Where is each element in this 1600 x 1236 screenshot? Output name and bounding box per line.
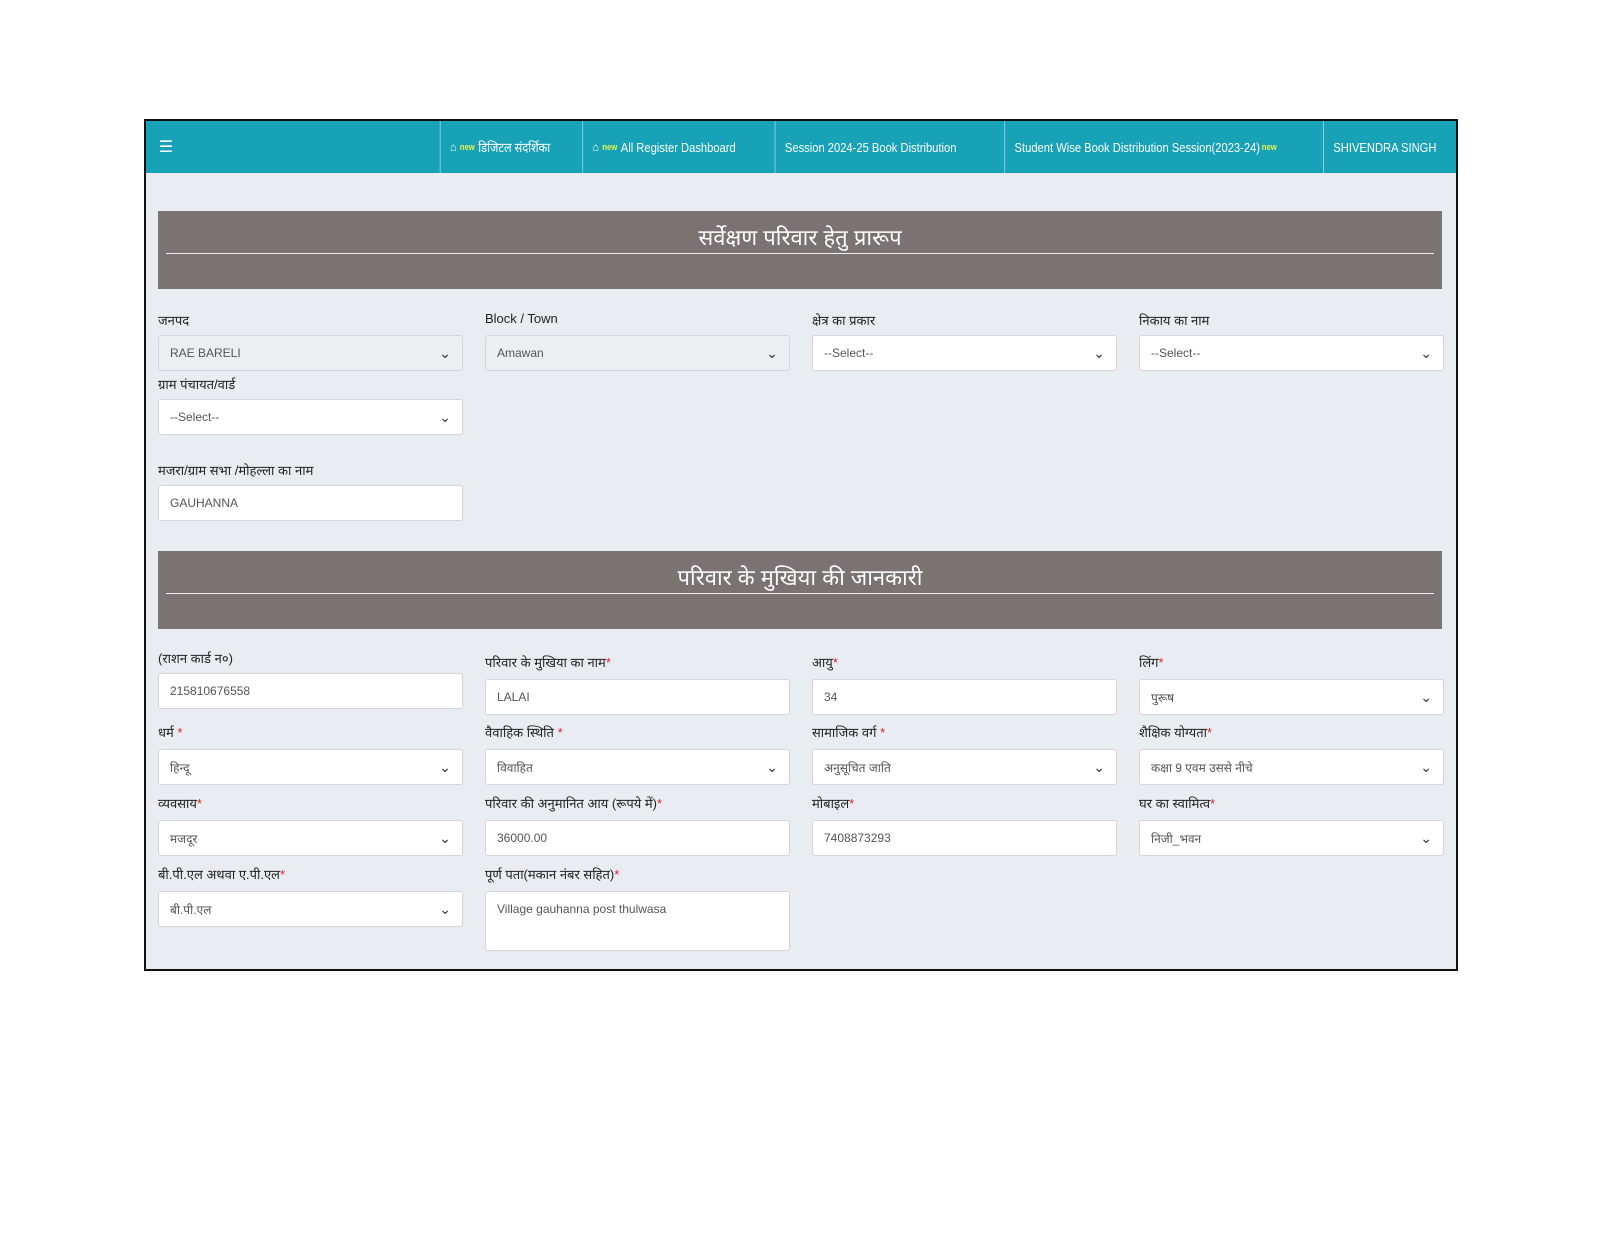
marital-status-label: वैवाहिक स्थिति * — [485, 725, 563, 740]
chevron-down-icon: ⌄ — [766, 344, 778, 361]
nav-label: Session 2024-25 Book Distribution — [784, 139, 957, 155]
age-input[interactable]: 34 — [812, 679, 1117, 715]
home-icon: ⌂ — [592, 140, 600, 154]
home-icon: ⌂ — [449, 140, 457, 154]
nav-student-wise-book-distribution[interactable]: Student Wise Book Distribution Session(2… — [1004, 121, 1289, 173]
ration-card-input[interactable]: 215810676558 — [158, 673, 463, 709]
section-header-family-head: परिवार के मुखिया की जानकारी — [158, 551, 1442, 629]
user-name: SHIVENDRA SINGH — [1333, 139, 1437, 155]
chevron-down-icon: ⌄ — [439, 829, 451, 846]
mobile-label: मोबाइल* — [812, 796, 855, 811]
occupation-label: व्यवसाय* — [158, 796, 202, 811]
gender-label: लिंग* — [1139, 655, 1164, 670]
village-name-label: मजरा/ग्राम सभा /मोहल्ला का नाम — [158, 463, 314, 478]
occupation-select[interactable]: मजदूर ⌄ — [158, 820, 463, 856]
chevron-down-icon: ⌄ — [1420, 688, 1432, 705]
mobile-input[interactable]: 7408873293 — [812, 820, 1117, 856]
bpl-apl-select[interactable]: बी.पी.एल ⌄ — [158, 891, 463, 927]
address-textarea[interactable]: Village gauhanna post thulwasa — [485, 891, 790, 951]
new-badge: new — [459, 142, 475, 152]
income-label: परिवार की अनुमानित आय (रूपये में)* — [485, 796, 663, 811]
chevron-down-icon: ⌄ — [439, 900, 451, 917]
block-town-select[interactable]: Amawan ⌄ — [485, 335, 790, 371]
app-window: ☰ ⌂ new डिजिटल संदर्शिका ⌂ new All Regis… — [144, 119, 1458, 971]
district-select[interactable]: RAE BARELI ⌄ — [158, 335, 463, 371]
chevron-down-icon: ⌄ — [1420, 758, 1432, 775]
chevron-down-icon: ⌄ — [439, 408, 451, 425]
religion-select[interactable]: हिन्दू ⌄ — [158, 749, 463, 785]
head-name-label: परिवार के मुखिया का नाम* — [485, 655, 611, 670]
house-ownership-select[interactable]: निजी_भवन ⌄ — [1139, 820, 1444, 856]
body-name-label: निकाय का नाम — [1139, 313, 1210, 328]
social-category-select[interactable]: अनुसूचित जाति ⌄ — [812, 749, 1117, 785]
chevron-down-icon: ⌄ — [439, 344, 451, 361]
divider — [166, 253, 1434, 254]
nav-all-register-dashboard[interactable]: ⌂ new All Register Dashboard — [582, 121, 745, 173]
nav-book-distribution-2024-25[interactable]: Session 2024-25 Book Distribution — [774, 121, 965, 173]
chevron-down-icon: ⌄ — [1093, 758, 1105, 775]
ration-card-label: (राशन कार्ड न०) — [158, 651, 233, 666]
top-navbar: ☰ ⌂ new डिजिटल संदर्शिका ⌂ new All Regis… — [146, 121, 1456, 173]
age-label: आयु* — [812, 655, 838, 670]
gram-panchayat-select[interactable]: --Select-- ⌄ — [158, 399, 463, 435]
new-badge: new — [602, 142, 618, 152]
chevron-down-icon: ⌄ — [439, 758, 451, 775]
section-header-survey: सर्वेक्षण परिवार हेतु प्रारूप — [158, 211, 1442, 289]
chevron-down-icon: ⌄ — [766, 758, 778, 775]
bpl-apl-label: बी.पी.एल अथवा ए.पी.एल* — [158, 867, 286, 882]
marital-status-select[interactable]: विवाहित ⌄ — [485, 749, 790, 785]
nav-digital-guide[interactable]: ⌂ new डिजिटल संदर्शिका — [439, 121, 560, 173]
section-title: सर्वेक्षण परिवार हेतु प्रारूप — [698, 225, 902, 250]
area-type-select[interactable]: --Select-- ⌄ — [812, 335, 1117, 371]
income-input[interactable]: 36000.00 — [485, 820, 790, 856]
nav-label: Student Wise Book Distribution Session(2… — [1014, 139, 1261, 155]
new-badge: new — [1261, 142, 1277, 152]
section-title: परिवार के मुखिया की जानकारी — [677, 565, 923, 590]
religion-label: धर्म * — [158, 725, 183, 740]
address-label: पूर्ण पता(मकान नंबर सहित)* — [485, 867, 620, 882]
village-name-input[interactable]: GAUHANNA — [158, 485, 463, 521]
district-label: जनपद — [158, 313, 190, 328]
block-town-label: Block / Town — [485, 311, 558, 326]
chevron-down-icon: ⌄ — [1093, 344, 1105, 361]
divider — [166, 593, 1434, 594]
education-label: शैक्षिक योग्यता* — [1139, 725, 1213, 740]
head-name-input[interactable]: LALAI — [485, 679, 790, 715]
gram-panchayat-label: ग्राम पंचायत/वार्ड — [158, 377, 236, 392]
nav-label: All Register Dashboard — [620, 139, 736, 155]
body-name-select[interactable]: --Select-- ⌄ — [1139, 335, 1444, 371]
chevron-down-icon: ⌄ — [1420, 344, 1432, 361]
menu-toggle-icon[interactable]: ☰ — [146, 137, 186, 157]
user-menu[interactable]: SHIVENDRA SINGH — [1323, 121, 1446, 173]
house-ownership-label: घर का स्वामित्व* — [1139, 796, 1216, 811]
area-type-label: क्षेत्र का प्रकार — [812, 313, 876, 328]
chevron-down-icon: ⌄ — [1420, 829, 1432, 846]
education-select[interactable]: कक्षा 9 एवम उससे नीचे ⌄ — [1139, 749, 1444, 785]
gender-select[interactable]: पुरूष ⌄ — [1139, 679, 1444, 715]
social-category-label: सामाजिक वर्ग * — [812, 725, 886, 740]
nav-label: डिजिटल संदर्शिका — [478, 140, 551, 155]
